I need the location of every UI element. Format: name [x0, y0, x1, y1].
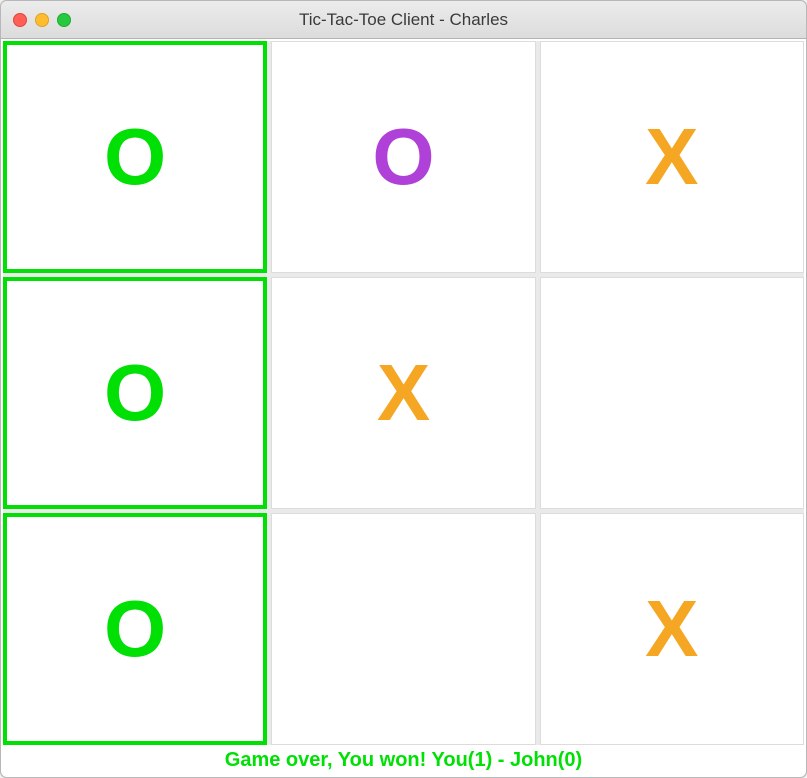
window-title: Tic-Tac-Toe Client - Charles: [1, 10, 806, 30]
traffic-lights: [1, 13, 71, 27]
status-message: Game over, You won! You(1) - John(0): [225, 749, 582, 772]
cell-mark: O: [104, 347, 166, 439]
cell-mark: X: [377, 347, 430, 439]
game-board: O O X O X O X: [3, 41, 804, 745]
cell-0-0[interactable]: O: [3, 41, 267, 273]
cell-mark: X: [645, 111, 698, 203]
cell-0-2[interactable]: X: [540, 41, 804, 273]
cell-0-1[interactable]: O: [271, 41, 535, 273]
cell-1-1[interactable]: X: [271, 277, 535, 509]
cell-2-2[interactable]: X: [540, 513, 804, 745]
cell-2-1[interactable]: [271, 513, 535, 745]
cell-1-0[interactable]: O: [3, 277, 267, 509]
cell-1-2[interactable]: [540, 277, 804, 509]
titlebar[interactable]: Tic-Tac-Toe Client - Charles: [1, 1, 806, 39]
cell-mark: O: [104, 583, 166, 675]
cell-mark: X: [645, 583, 698, 675]
cell-mark: O: [372, 111, 434, 203]
close-icon[interactable]: [13, 13, 27, 27]
maximize-icon[interactable]: [57, 13, 71, 27]
cell-2-0[interactable]: O: [3, 513, 267, 745]
content-area: O O X O X O X Game over, You won! You(1)…: [1, 39, 806, 777]
app-window: Tic-Tac-Toe Client - Charles O O X O X O…: [0, 0, 807, 778]
cell-mark: O: [104, 111, 166, 203]
minimize-icon[interactable]: [35, 13, 49, 27]
status-bar: Game over, You won! You(1) - John(0): [3, 745, 804, 775]
